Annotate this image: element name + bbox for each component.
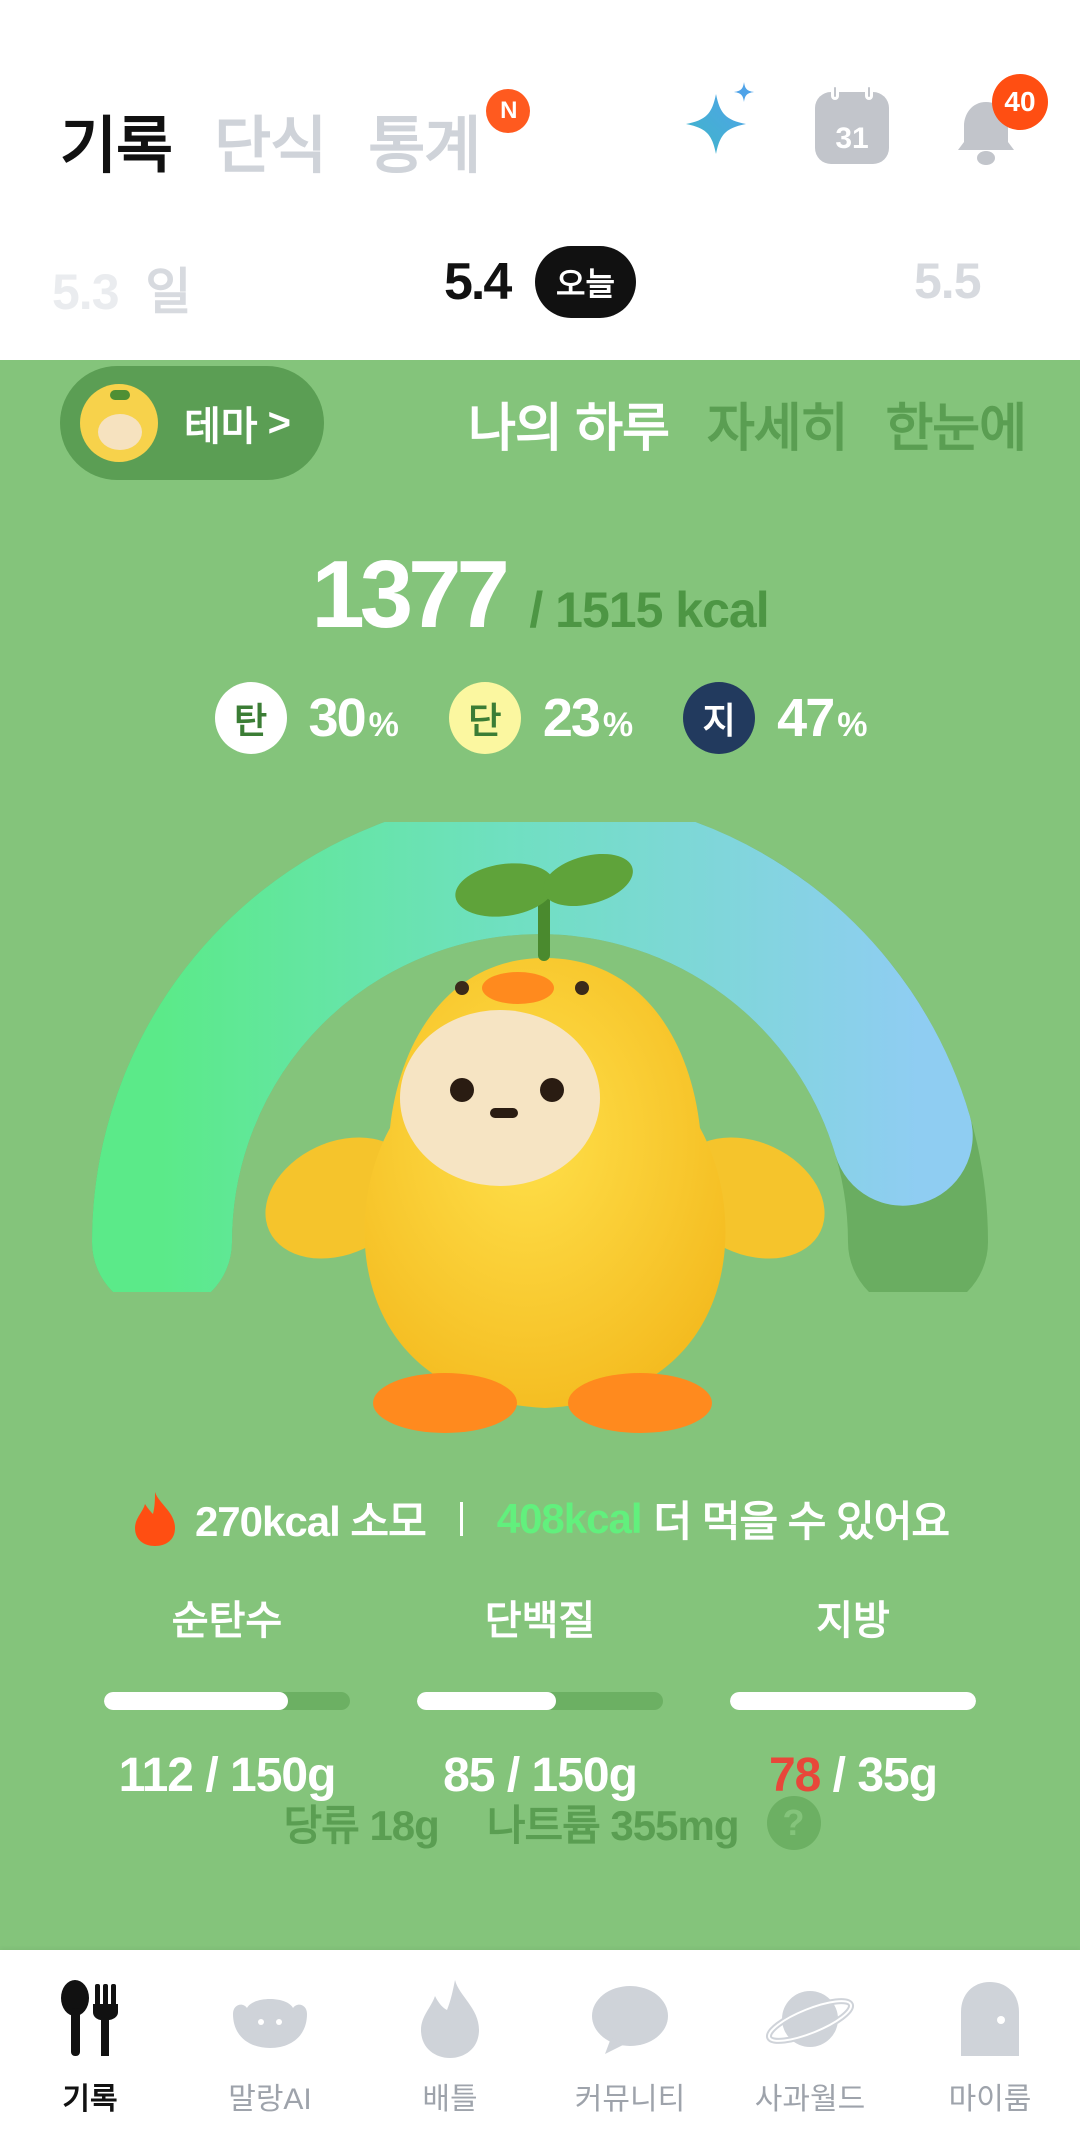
top-tabs: 기록 단식 통계 N [60,89,531,185]
macro-fat-percent: 47% [777,687,867,749]
chevron-right-icon: > [267,400,291,445]
remaining-text: 더 먹을 수 있어요 [653,1498,950,1545]
nutrient-bar-track [730,1692,976,1710]
burn-remaining-line: 270kcal 소모 408kcal 더 먹을 수 있어요 [0,1488,1080,1549]
tab-my-day[interactable]: 나의 하루 [468,386,670,461]
calorie-summary: 1377 / 1515 kcal [0,540,1080,650]
kcal-burned: 270kcal 소모 [194,1498,427,1545]
nav-label: 커뮤니티 [574,2083,686,2116]
bottom-nav: 기록 말랑AI 배틀 커뮤니티 사과월드 마이룸 [0,1950,1080,2142]
macro-ratio-row: 탄 30% 단 23% 지 47% [0,682,1080,754]
date-next-value: 5.5 [914,253,982,309]
flame-icon [421,1980,479,2058]
nav-record[interactable]: 기록 [0,1950,180,2142]
macro-fat: 지 47% [683,682,867,754]
nutrient-fat: 지방 78 / 35g [728,1588,978,1803]
daily-summary-panel: 테마 > 나의 하루 자세히 한눈에 1377 / 1515 kcal 탄 30… [0,360,1080,1950]
macro-carbs-unit: % [368,706,399,744]
calendar-icon[interactable]: 31 [815,84,889,164]
macro-carbs-percent: 30% [308,687,399,749]
nutrient-bar-fill [730,1692,976,1710]
view-tabs: 나의 하루 자세히 한눈에 [430,386,1027,461]
ghost-room-icon [961,1982,1019,2056]
nav-community[interactable]: 커뮤니티 [540,1950,720,2142]
extra-nutrients: 당류 18g 나트륨 355mg ? [0,1792,1080,1853]
nutrient-bar-track [417,1692,663,1710]
macro-carbs: 탄 30% [214,682,399,754]
nav-battle[interactable]: 배틀 [360,1950,540,2142]
theme-button[interactable]: 테마 > [60,366,324,480]
kcal-consumed: 1377 [311,541,510,648]
tab-stats[interactable]: 통계 N [368,89,531,185]
sugar-amount: 당류 18g [283,1802,440,1849]
nutrient-bar-fill [104,1692,288,1710]
nav-mallang-ai[interactable]: 말랑AI [180,1950,360,2142]
macro-protein: 단 23% [448,682,633,754]
help-icon[interactable]: ? [766,1795,821,1850]
macro-fat-value: 47 [777,688,835,748]
blob-ai-icon [233,1999,307,2048]
nav-label: 기록 [62,2083,118,2116]
tab-stats-label: 통계 [368,112,481,181]
kcal-goal: / 1515 kcal [529,582,769,638]
tab-detail[interactable]: 자세히 [707,386,849,461]
ai-sparkle-icon[interactable] [680,80,760,160]
nutrient-bar-track [104,1692,350,1710]
macro-carbs-badge: 탄 [214,682,287,754]
macro-carbs-value: 30 [308,688,367,748]
macro-protein-value: 23 [542,688,601,748]
nav-apple-world[interactable]: 사과월드 [720,1950,900,2142]
nav-label: 말랑AI [228,2083,312,2116]
planet-icon [765,1991,855,2047]
nav-label: 사과월드 [754,2083,866,2116]
nav-label: 마이룸 [948,2083,1032,2116]
macro-protein-percent: 23% [542,687,633,749]
date-prev-weekday: 일 [145,264,191,320]
calendar-ring-right [865,84,873,100]
notification-badge: 40 [992,74,1048,130]
date-prev[interactable]: 5.3 일 [52,252,191,324]
avatar-leaf [110,390,130,400]
nav-label: 배틀 [422,2083,478,2116]
macro-fat-unit: % [837,706,867,744]
macro-protein-badge: 단 [448,682,521,754]
sodium-amount: 나트륨 355mg [486,1802,740,1849]
today-pill[interactable]: 오늘 [535,246,636,318]
date-prev-value: 5.3 [52,264,120,320]
macro-fat-badge: 지 [683,682,756,754]
tab-overview[interactable]: 한눈에 [885,386,1027,461]
chat-bubble-icon [592,1986,668,2054]
utensils-icon [61,1980,118,2056]
nutrient-label: 단백질 [484,1599,596,1643]
calendar-ring-left [831,84,839,100]
macro-protein-unit: % [602,706,633,744]
avatar-face [98,414,142,450]
nutrient-protein: 단백질 85 / 150g [415,1588,665,1803]
theme-label: 테마 [184,405,258,449]
nutrient-bar-fill [417,1692,557,1710]
calendar-day: 31 [835,122,869,155]
kcal-remaining: 408kcal [496,1494,643,1542]
tab-record[interactable]: 기록 [60,95,173,185]
nutrient-label: 지방 [816,1599,890,1643]
date-next[interactable]: 5.5 [914,252,982,310]
theme-avatar [80,384,158,462]
tab-fasting[interactable]: 단식 [214,95,327,185]
mascot-character [265,853,825,1433]
flame-icon [134,1491,175,1546]
nutrient-label: 순탄수 [171,1599,283,1643]
burn-divider [459,1501,463,1536]
nutrient-net-carbs: 순탄수 112 / 150g [102,1588,352,1803]
date-current[interactable]: 5.4 [444,252,512,312]
new-badge: N [486,89,531,133]
nav-my-room[interactable]: 마이룸 [900,1950,1080,2142]
